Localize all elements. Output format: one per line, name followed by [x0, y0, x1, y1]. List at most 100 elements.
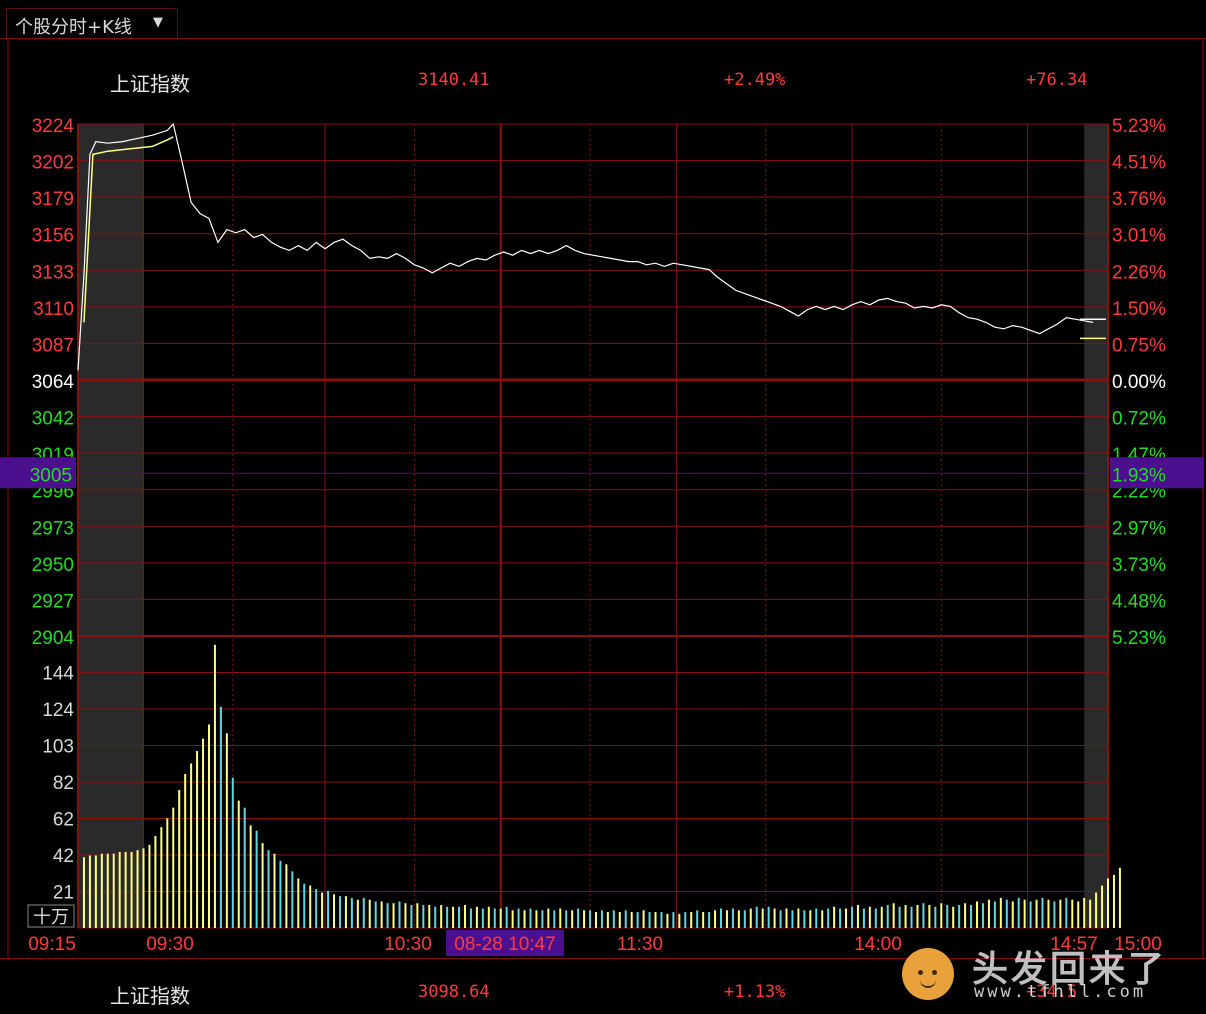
volume-bar: [815, 908, 818, 928]
volume-bar: [577, 908, 580, 928]
cursor-time-label: 08-28 10:47: [454, 934, 555, 955]
volume-bar: [106, 853, 109, 928]
volume-bar: [136, 850, 139, 928]
volume-bar: [273, 853, 276, 928]
volume-bar: [934, 906, 937, 928]
volume-bar: [874, 908, 877, 928]
volume-bar: [1101, 885, 1104, 928]
volume-bar: [386, 903, 389, 928]
volume-bar: [130, 851, 133, 928]
volume-bar: [410, 904, 413, 928]
volume-bar: [362, 897, 365, 928]
volume-bar: [1107, 878, 1109, 928]
volume-bar: [731, 908, 734, 928]
watermark: 头发回来了 www.tfhll.com: [902, 938, 1202, 1004]
volume-bar: [517, 908, 520, 928]
volume-bar: [481, 908, 484, 928]
y-tick-label: 3133: [32, 262, 74, 283]
cursor-pct-label: 1.93%: [1112, 465, 1166, 486]
y-tick-label: 2973: [32, 518, 74, 539]
volume-bar: [737, 910, 740, 928]
volume-bar: [356, 899, 359, 928]
volume-bar: [1047, 899, 1050, 928]
y-tick-label: 2904: [32, 628, 75, 649]
volume-bar: [511, 910, 514, 928]
volume-bar: [690, 912, 693, 928]
volume-bar: [333, 894, 336, 928]
volume-bar: [100, 853, 103, 928]
cartoon-face-icon: [902, 948, 954, 1000]
volume-tick-label: 42: [53, 846, 74, 867]
volume-bar: [910, 906, 913, 928]
volume-bar: [976, 901, 979, 928]
pct-tick-label: 2.97%: [1112, 518, 1166, 539]
volume-bar: [416, 903, 419, 928]
volume-bar: [797, 908, 800, 928]
volume-bar: [571, 910, 574, 928]
pct-tick-label: 5.23%: [1112, 628, 1166, 649]
volume-bar: [213, 644, 216, 928]
volume-bar: [428, 904, 431, 928]
intraday-chart[interactable]: 3224320231793156313331103087306430423019…: [0, 0, 1206, 960]
volume-tick-label: 62: [53, 810, 74, 831]
volume-bar: [672, 912, 675, 928]
volume-bar: [225, 733, 228, 928]
y-tick-label: 3087: [32, 335, 74, 356]
volume-bar: [350, 897, 353, 928]
volume-bar: [112, 853, 115, 928]
volume-bar: [196, 751, 199, 928]
volume-bar: [714, 910, 717, 928]
volume-bar: [702, 912, 705, 928]
volume-bar: [666, 913, 669, 928]
volume-bar: [636, 912, 639, 928]
volume-bar: [148, 844, 151, 928]
pct-tick-label: 3.01%: [1112, 226, 1166, 247]
volume-bar: [928, 904, 931, 928]
volume-bar: [398, 901, 401, 928]
volume-bar: [999, 897, 1002, 928]
cursor-price-label: 3005: [30, 465, 72, 486]
volume-bar: [922, 903, 925, 928]
volume-bar: [487, 906, 490, 928]
volume-bar: [862, 908, 865, 928]
volume-tick-label: 124: [42, 700, 74, 721]
volume-bar: [231, 777, 234, 928]
volume-bar: [850, 906, 853, 928]
volume-bar: [505, 906, 508, 928]
volume-bar: [565, 910, 568, 928]
y-tick-label: 3042: [32, 409, 74, 430]
volume-bar: [392, 903, 395, 928]
volume-bar: [809, 910, 812, 928]
volume-bar: [1065, 897, 1068, 928]
pct-tick-label: 5.23%: [1112, 116, 1166, 137]
volume-bar: [696, 910, 699, 928]
volume-bar: [660, 912, 663, 928]
volume-bar: [839, 908, 842, 928]
volume-bar: [178, 789, 181, 928]
volume-bar: [1089, 899, 1092, 928]
volume-bar: [940, 903, 943, 928]
volume-bar: [1053, 901, 1056, 928]
pct-tick-label: 0.00%: [1112, 372, 1166, 393]
volume-bar: [1059, 899, 1062, 928]
volume-bar: [964, 903, 967, 928]
volume-bar: [1035, 899, 1038, 928]
y-tick-label: 3064: [32, 372, 75, 393]
volume-bar: [618, 912, 621, 928]
pct-tick-label: 3.73%: [1112, 555, 1166, 576]
y-tick-label: 2927: [32, 591, 74, 612]
volume-bar: [184, 774, 187, 928]
y-tick-label: 3224: [32, 116, 75, 137]
volume-bar: [833, 906, 836, 928]
volume-bar: [255, 830, 258, 928]
y-tick-label: 3156: [32, 226, 74, 247]
volume-bar: [463, 904, 466, 928]
y-tick-label: 3179: [32, 189, 74, 210]
volume-bar: [720, 908, 723, 928]
pct-tick-label: 1.50%: [1112, 299, 1166, 320]
volume-bar: [499, 908, 502, 928]
volume-bar: [755, 906, 758, 928]
footer-index-price: 3098.64: [418, 982, 490, 1002]
volume-bar: [803, 910, 806, 928]
volume-bar: [946, 904, 949, 928]
